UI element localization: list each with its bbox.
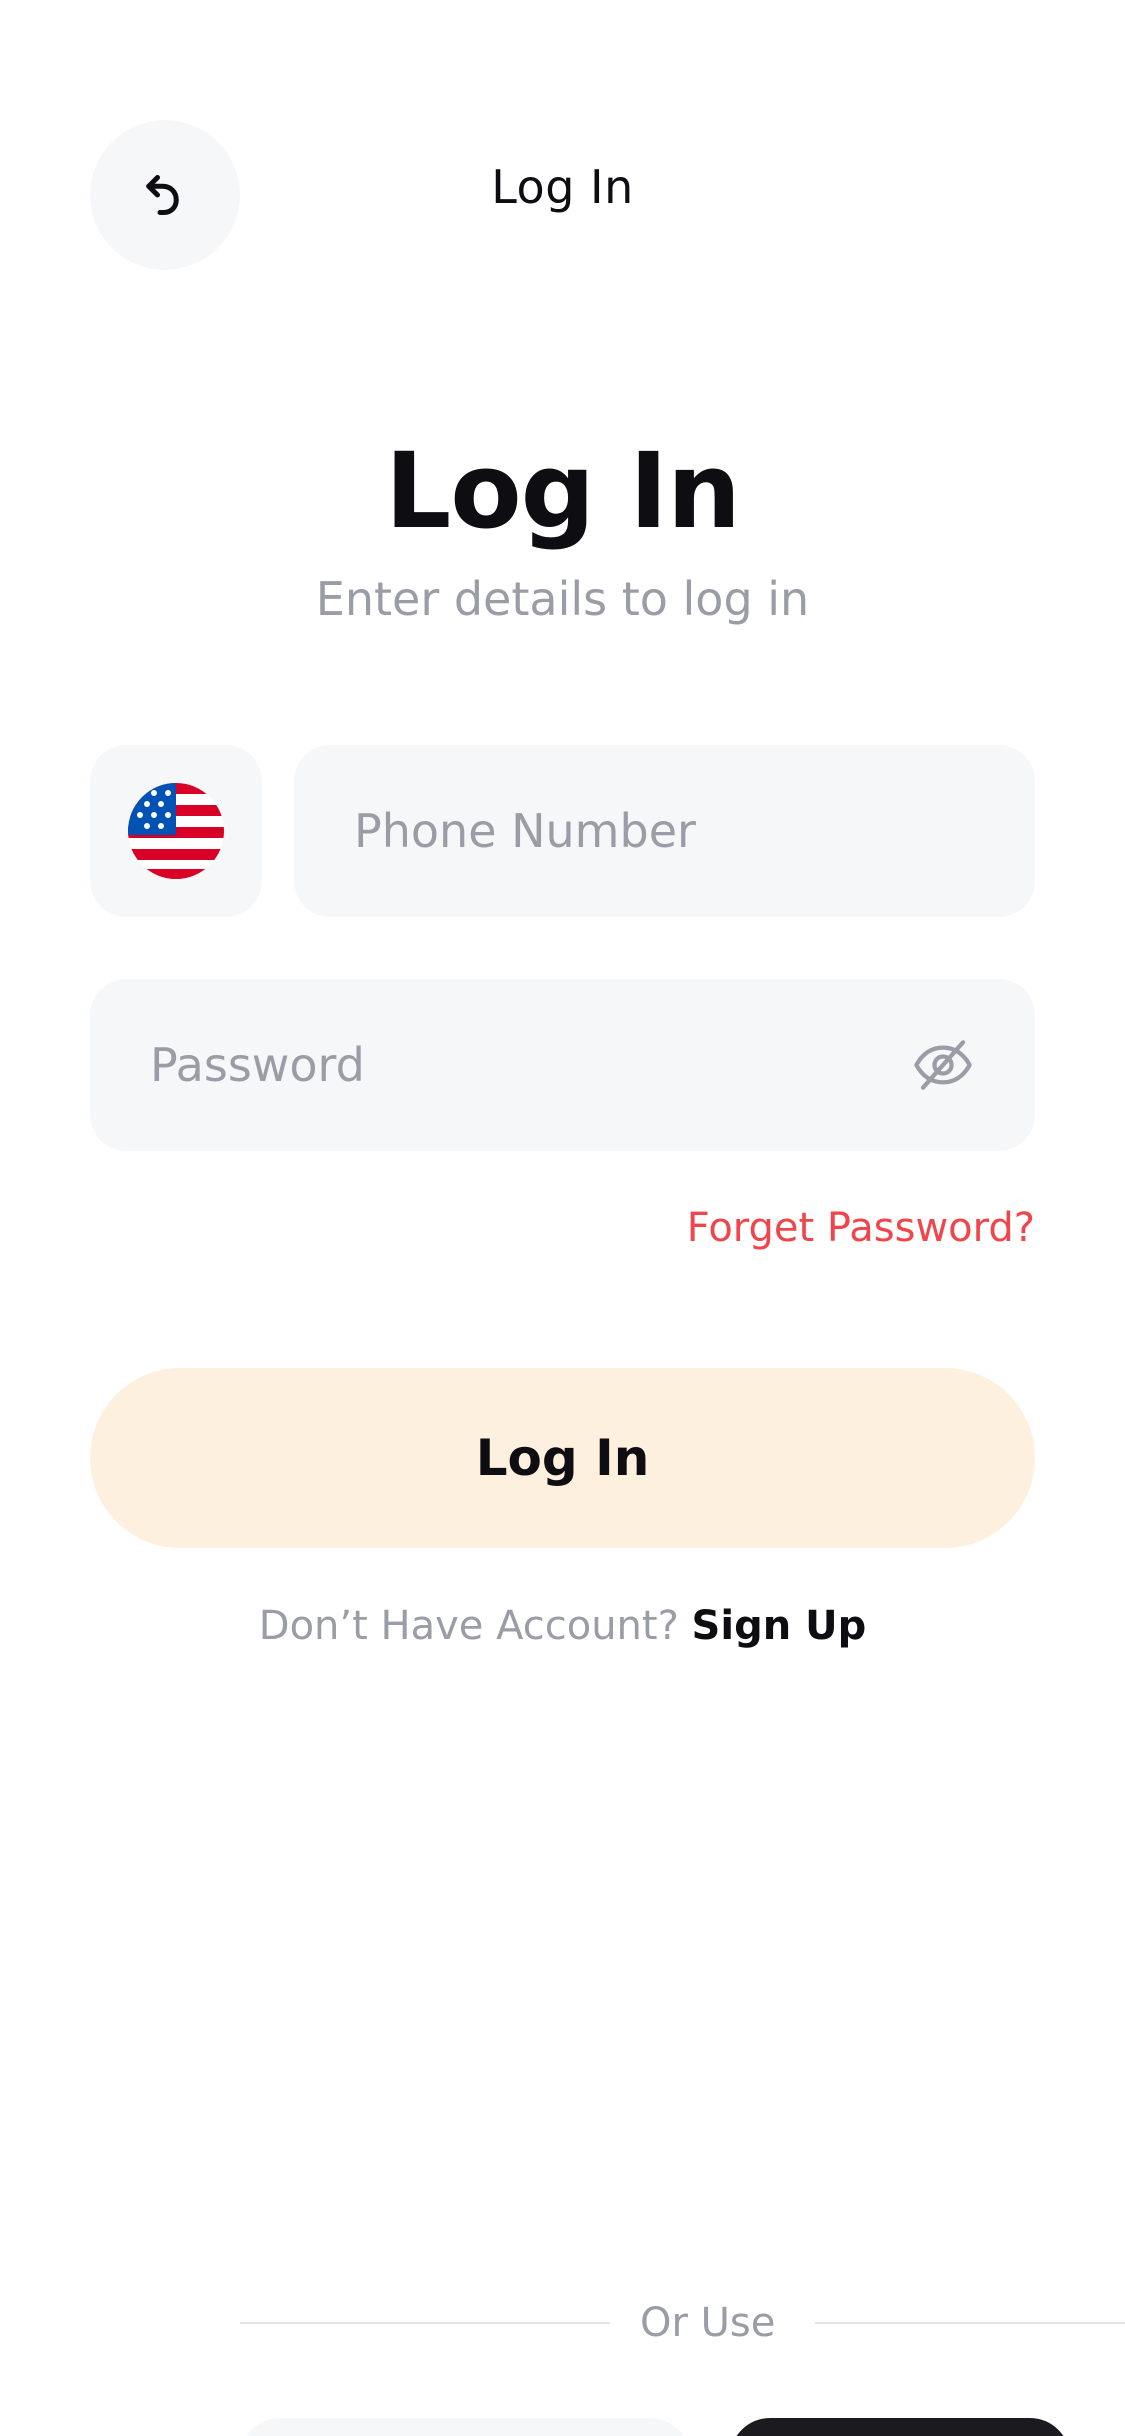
social-login-button-dark[interactable] <box>730 2418 1070 2436</box>
country-code-selector[interactable] <box>90 745 262 917</box>
signup-link[interactable]: Sign Up <box>692 1603 867 1649</box>
password-input[interactable] <box>150 1038 911 1092</box>
login-button[interactable]: Log In <box>90 1368 1035 1548</box>
phone-number-field[interactable] <box>294 745 1035 917</box>
divider-left <box>240 2322 610 2324</box>
page-subtitle: Enter details to log in <box>315 572 810 626</box>
nav-title: Log In <box>491 160 634 214</box>
signup-row: Don’t Have Account? Sign Up <box>0 1603 1125 1649</box>
divider-right <box>815 2322 1125 2324</box>
social-login-button-light[interactable] <box>240 2418 690 2436</box>
phone-number-input[interactable] <box>354 804 1035 858</box>
or-use-label: Or Use <box>640 2300 776 2346</box>
eye-off-icon[interactable] <box>911 1033 975 1097</box>
page-title: Log In <box>384 430 741 552</box>
password-field[interactable] <box>90 979 1035 1151</box>
us-flag-icon <box>128 783 224 879</box>
forgot-password-link[interactable]: Forget Password? <box>687 1205 1035 1251</box>
signup-prompt: Don’t Have Account? <box>258 1603 679 1649</box>
